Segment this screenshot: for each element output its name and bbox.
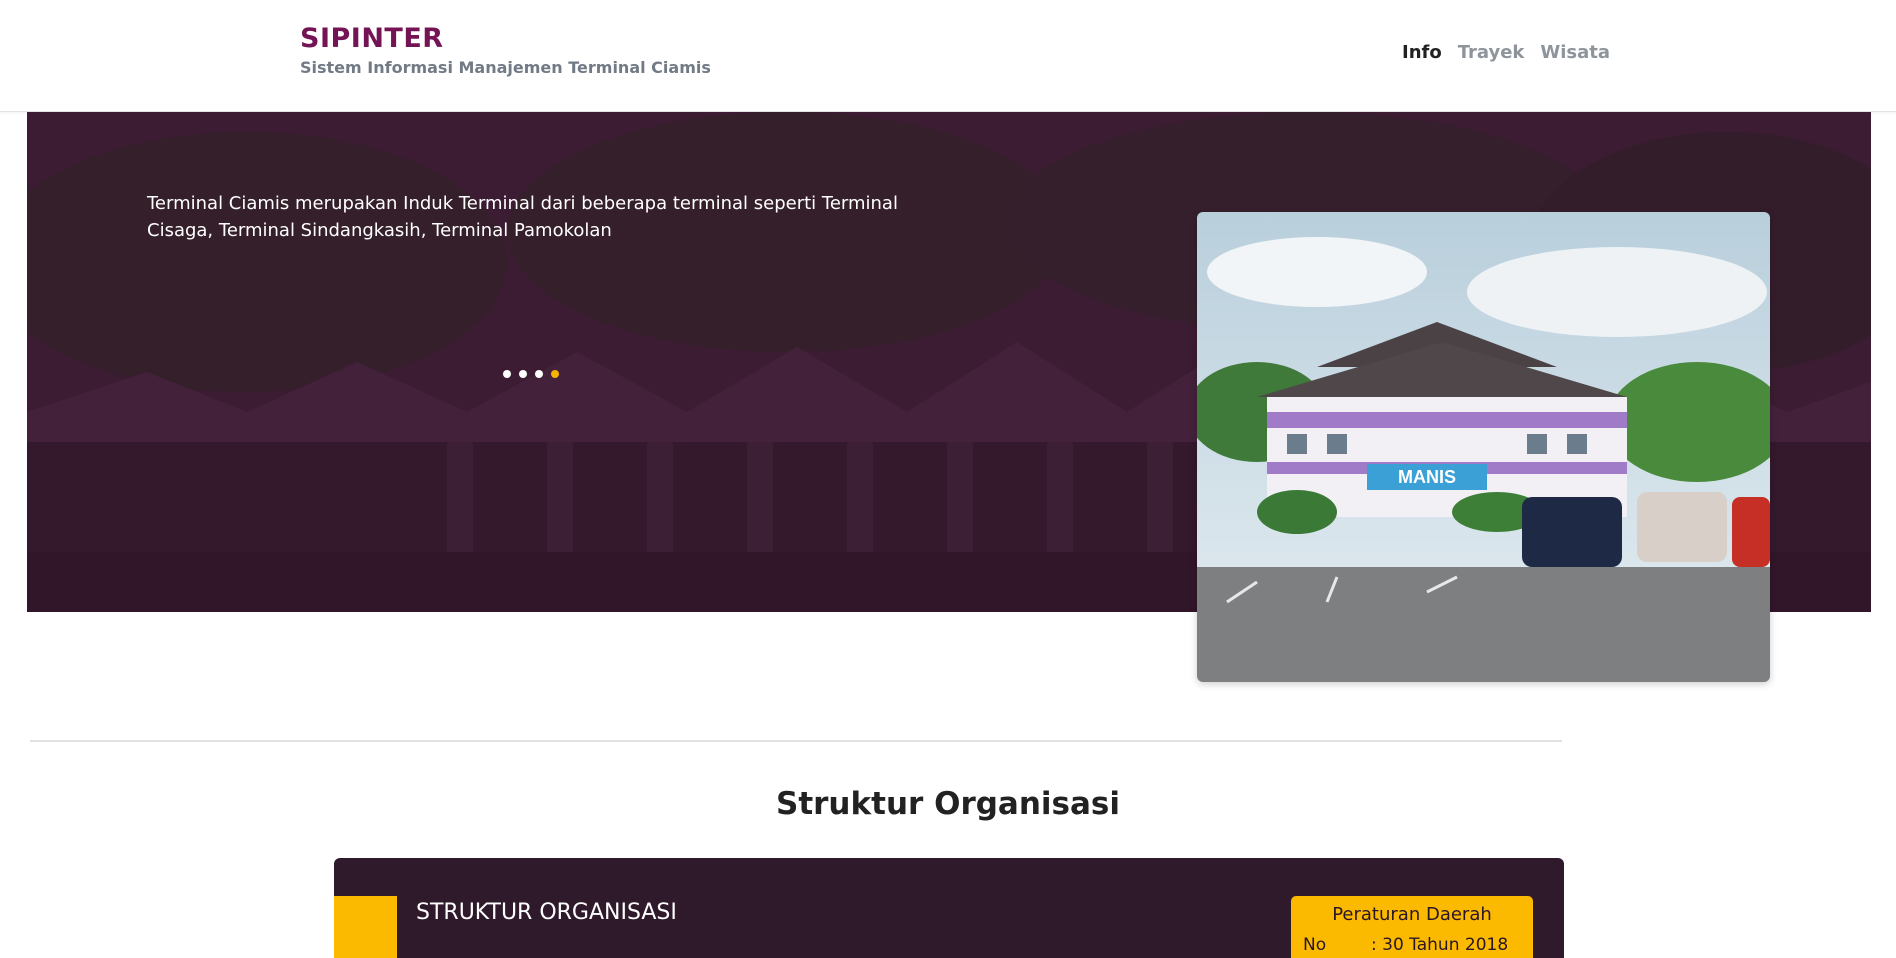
perda-badge: Peraturan Daerah No : 30 Tahun 2018 xyxy=(1291,896,1533,958)
terminal-building-image: MANIS xyxy=(1197,212,1770,682)
perda-label: No xyxy=(1303,935,1327,955)
brand-title[interactable]: SIPINTER xyxy=(300,22,711,56)
section-title: Struktur Organisasi xyxy=(776,786,1120,822)
carousel-dot-1[interactable] xyxy=(503,370,511,378)
perda-value: : 30 Tahun 2018 xyxy=(1371,935,1509,955)
svg-text:MANIS: MANIS xyxy=(1398,467,1456,487)
carousel-dot-2[interactable] xyxy=(519,370,527,378)
carousel-indicators xyxy=(503,370,559,378)
perda-title: Peraturan Daerah xyxy=(1332,904,1492,925)
card-accent xyxy=(334,896,397,958)
org-structure-card: STRUKTUR ORGANISASI Peraturan Daerah No … xyxy=(334,858,1564,958)
nav-wisata[interactable]: Wisata xyxy=(1540,42,1610,63)
perda-number-row: No : 30 Tahun 2018 xyxy=(1303,935,1521,955)
terminal-photo: MANIS xyxy=(1197,212,1770,682)
brand-subtitle: Sistem Informasi Manajemen Terminal Ciam… xyxy=(300,58,711,77)
hero-description: Terminal Ciamis merupakan Induk Terminal… xyxy=(147,193,898,241)
carousel-dot-3[interactable] xyxy=(535,370,543,378)
nav-info[interactable]: Info xyxy=(1402,42,1442,63)
section-divider xyxy=(30,740,1562,742)
card-title: STRUKTUR ORGANISASI xyxy=(416,900,677,925)
nav-trayek[interactable]: Trayek xyxy=(1458,42,1525,63)
brand[interactable]: SIPINTER Sistem Informasi Manajemen Term… xyxy=(300,22,711,77)
main-nav: Info Trayek Wisata xyxy=(1402,42,1610,63)
carousel-dot-4[interactable] xyxy=(551,370,559,378)
top-navbar: SIPINTER Sistem Informasi Manajemen Term… xyxy=(0,0,1896,112)
